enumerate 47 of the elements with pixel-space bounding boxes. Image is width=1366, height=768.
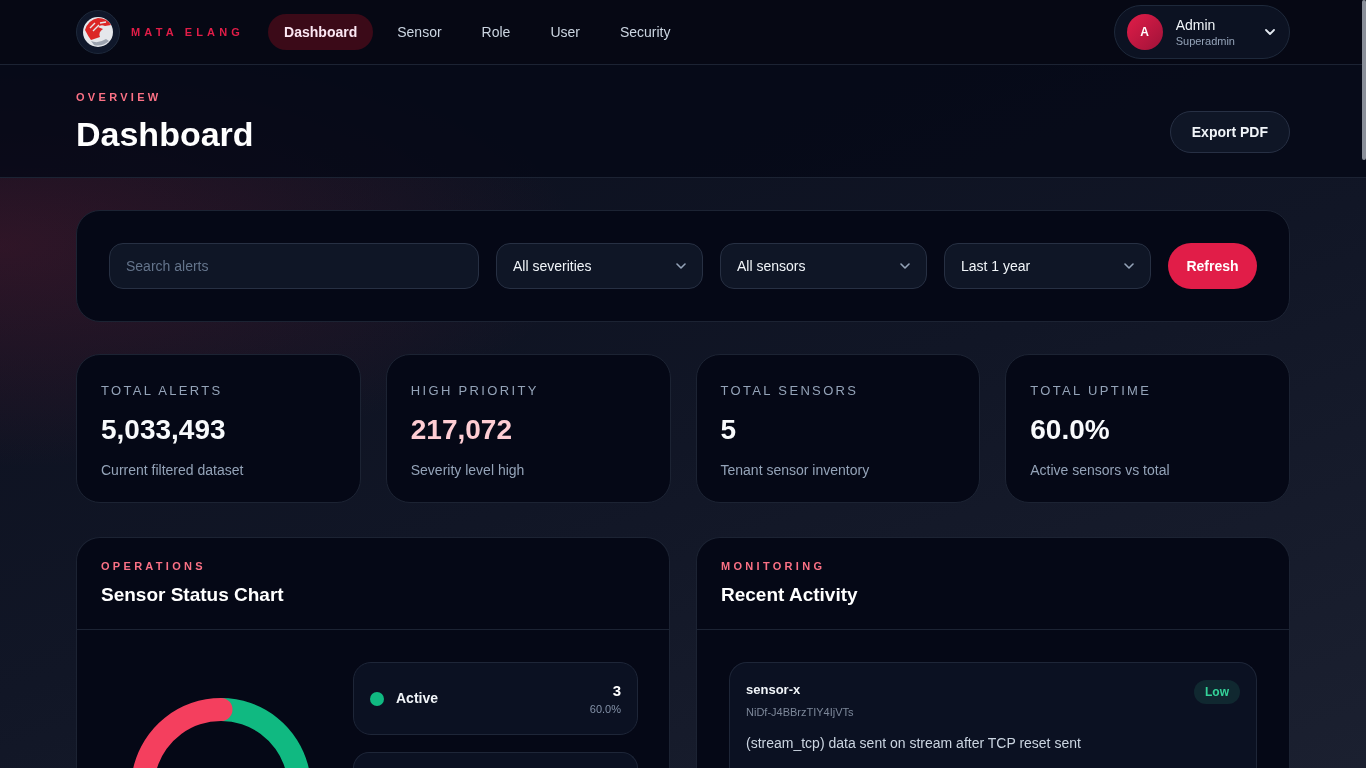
filter-dropdown[interactable]: All severities — [496, 243, 703, 289]
nav-link[interactable]: Role — [465, 14, 527, 50]
stat-note: Tenant sensor inventory — [720, 461, 871, 480]
logo-icon[interactable] — [76, 10, 120, 54]
alert-id: NiDf-J4BBrzTIY4IjVTs — [746, 705, 854, 720]
stat-note: Current filtered dataset — [101, 461, 245, 480]
user-menu[interactable]: A Admin Superadmin — [1113, 5, 1290, 59]
panel-title: Recent Activity — [721, 583, 859, 607]
stat-note: Active sensors vs total — [1030, 461, 1171, 480]
user-avatar: A — [1126, 14, 1163, 50]
alert-message: (stream_tcp) data sent on stream after TCP reset sent — [746, 734, 1082, 753]
stat-value: 217,072 — [410, 413, 513, 447]
filter-dropdown[interactable]: All sensors — [720, 243, 927, 289]
stat-value: 5,033,493 — [101, 413, 227, 447]
chevron-down-icon — [1265, 29, 1275, 35]
status-label: Active — [396, 689, 439, 708]
filter-dropdown[interactable]: Last 1 year — [944, 243, 1151, 289]
chevron-down-icon — [676, 263, 686, 269]
export-pdf-button[interactable]: Export PDF — [1169, 111, 1290, 153]
search-field[interactable]: Search alerts — [109, 243, 479, 289]
panel-title: Sensor Status Chart — [101, 583, 285, 607]
user-role: Superadmin — [1175, 33, 1235, 49]
section-eyebrow: OVERVIEW — [76, 90, 163, 104]
nav-link[interactable]: Dashboard — [268, 14, 374, 50]
sensor-name: sensor-x — [746, 681, 802, 699]
scrollbar-thumb[interactable] — [1362, 0, 1366, 160]
chevron-down-icon — [1124, 263, 1134, 269]
severity-badge: Low — [1194, 680, 1240, 704]
stat-label: TOTAL SENSORS — [720, 383, 860, 399]
stat-label: HIGH PRIORITY — [410, 383, 540, 399]
stat-note: Severity level high — [410, 461, 526, 480]
stat-label: TOTAL UPTIME — [1030, 383, 1153, 399]
stat-value: 60.0% — [1030, 413, 1111, 447]
chevron-down-icon — [900, 263, 910, 269]
nav-link[interactable]: Sensor — [381, 14, 458, 50]
user-name: Admin — [1175, 15, 1216, 34]
section-eyebrow: OPERATIONS — [101, 559, 207, 573]
stat-value: 5 — [720, 413, 738, 447]
stat-label: TOTAL ALERTS — [101, 383, 224, 399]
nav-link[interactable]: Security — [603, 14, 687, 50]
section-eyebrow: MONITORING — [721, 559, 827, 573]
refresh-button[interactable]: Refresh — [1168, 243, 1257, 289]
nav-link[interactable]: User — [534, 14, 596, 50]
status-percentage: 60.0% — [589, 701, 621, 716]
page-title: Dashboard — [76, 114, 254, 154]
status-count: 3 — [612, 681, 621, 700]
brand-name: MATA ELANG — [131, 24, 245, 40]
